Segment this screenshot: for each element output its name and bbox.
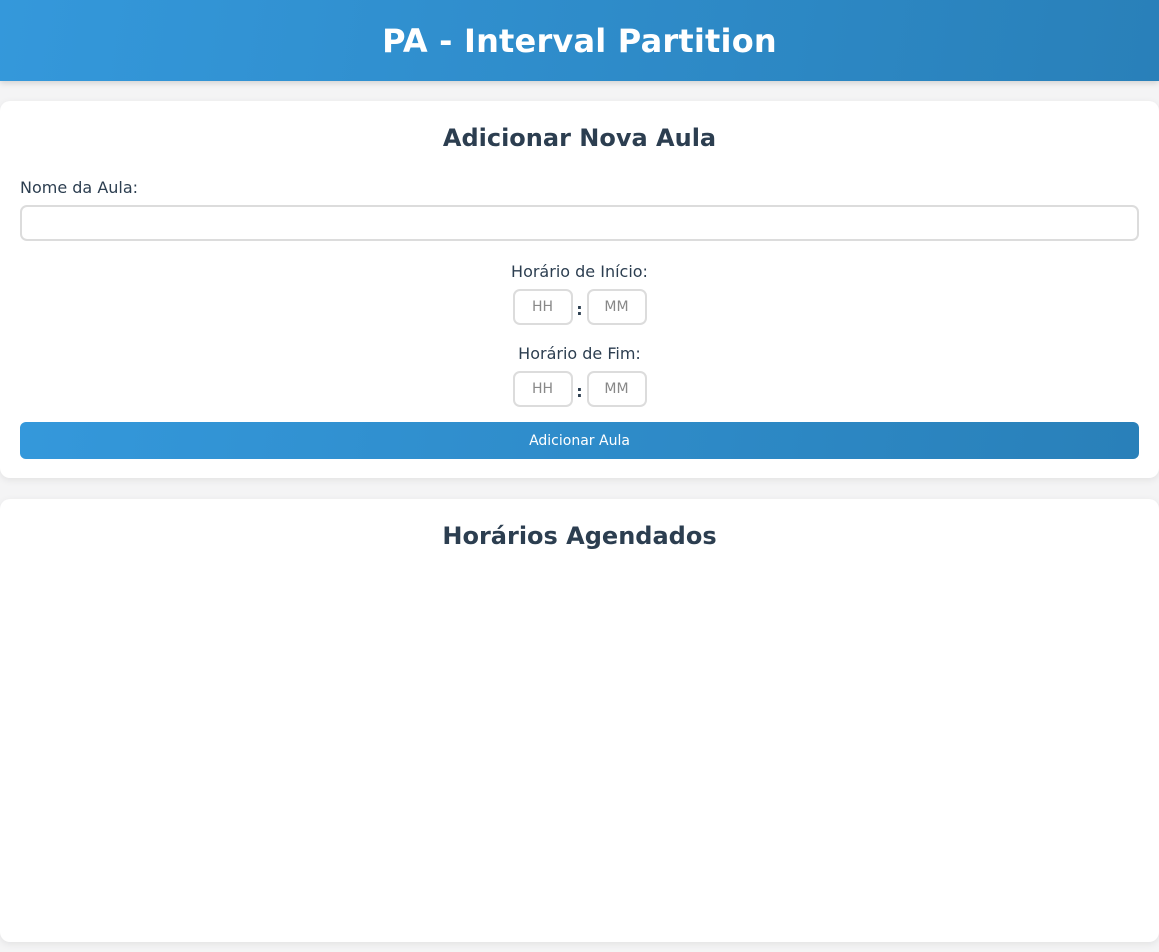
end-time-group: Horário de Fim: : bbox=[0, 344, 1159, 407]
schedule-title: Horários Agendados bbox=[442, 522, 717, 550]
add-class-button[interactable]: Adicionar Aula bbox=[20, 422, 1139, 459]
start-hour-input[interactable] bbox=[512, 289, 573, 325]
app-header: PA - Interval Partition bbox=[0, 0, 1159, 81]
end-time-row: : bbox=[0, 371, 1159, 407]
class-name-label: Nome da Aula: bbox=[20, 178, 139, 197]
schedule-card: Horários Agendados bbox=[0, 499, 1159, 942]
add-class-title: Adicionar Nova Aula bbox=[442, 124, 717, 152]
end-hour-input[interactable] bbox=[512, 371, 573, 407]
end-time-label: Horário de Fim: bbox=[518, 344, 641, 363]
end-minute-input[interactable] bbox=[586, 371, 647, 407]
start-time-separator: : bbox=[576, 299, 583, 319]
class-name-input[interactable] bbox=[20, 205, 1139, 241]
start-minute-input[interactable] bbox=[586, 289, 647, 325]
start-time-row: : bbox=[0, 289, 1159, 325]
start-time-group: Horário de Início: : bbox=[0, 262, 1159, 325]
app-title: PA - Interval Partition bbox=[382, 21, 777, 60]
start-time-label: Horário de Início: bbox=[511, 262, 648, 281]
end-time-separator: : bbox=[576, 381, 583, 401]
